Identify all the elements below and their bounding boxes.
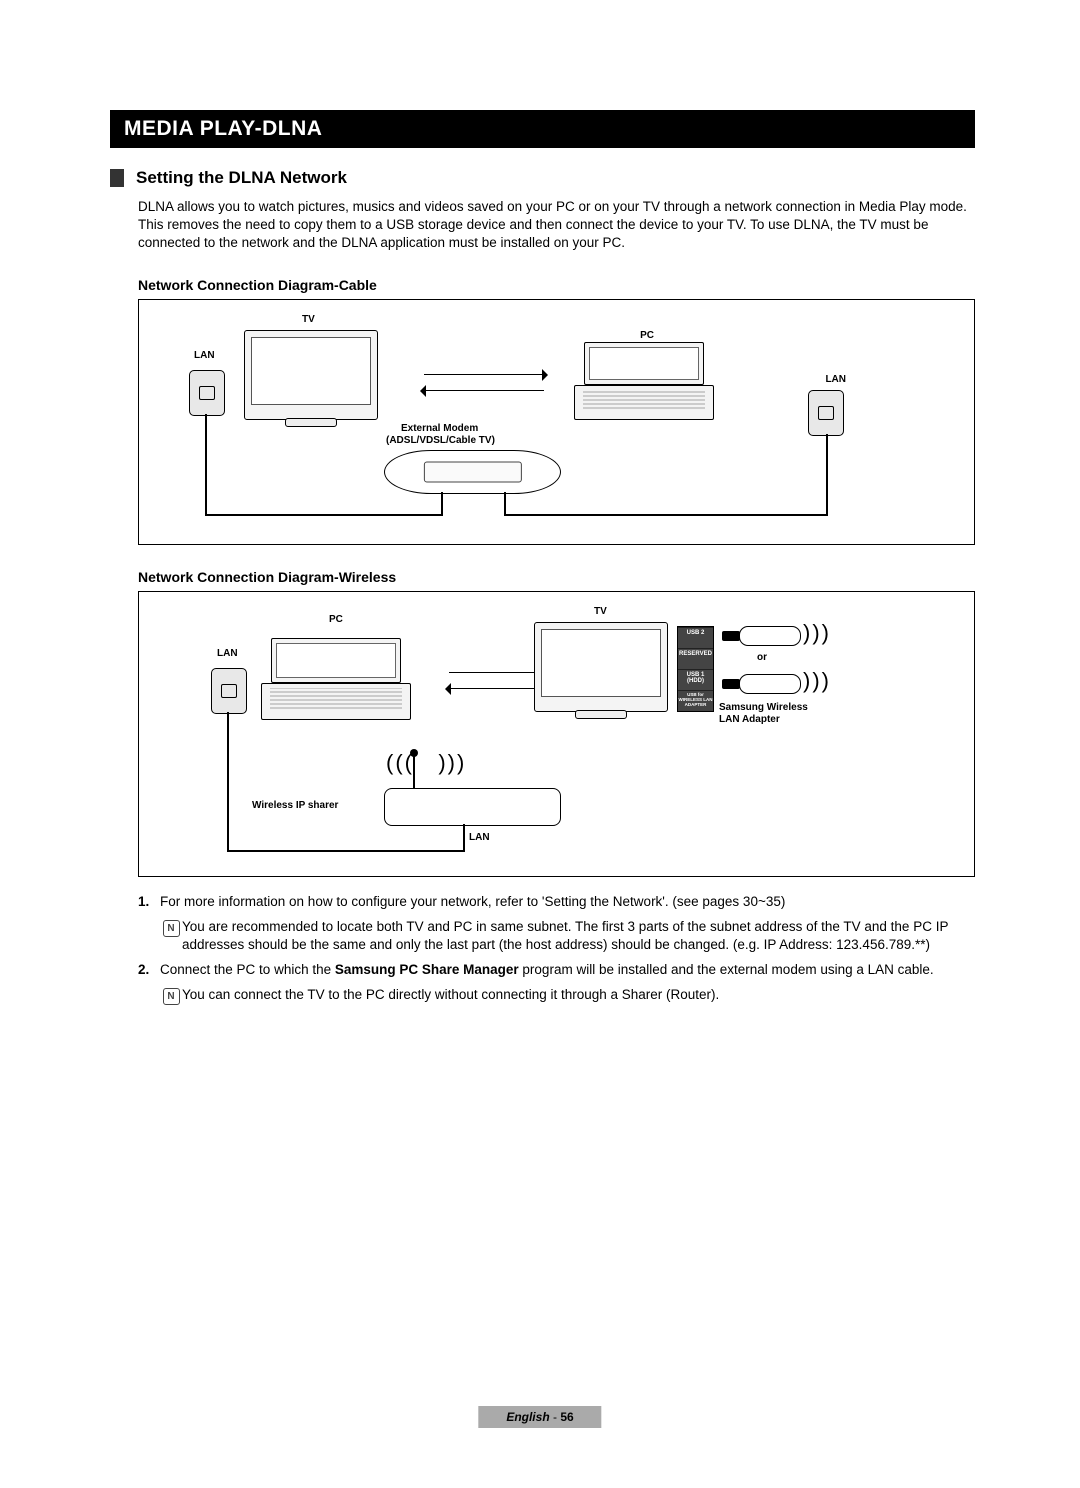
lan-port-icon — [808, 390, 844, 436]
section-bullet-icon — [110, 169, 124, 187]
notes-section: 1. For more information on how to config… — [138, 893, 975, 1006]
note-1-text: For more information on how to configure… — [160, 893, 975, 912]
cable-line — [504, 514, 828, 516]
intro-paragraph: DLNA allows you to watch pictures, music… — [138, 198, 975, 253]
info-icon: N — [160, 918, 182, 956]
label-lan-top: LAN — [217, 648, 238, 659]
tv-port-panel: USB 2 RESERVED USB 1 (HDD) USB for WIREL… — [677, 626, 714, 712]
section-title: Setting the DLNA Network — [136, 168, 347, 188]
label-pc: PC — [640, 330, 654, 341]
info-icon: N — [160, 986, 182, 1005]
list-number: 1. — [138, 893, 160, 912]
chapter-title: MEDIA PLAY-DLNA — [124, 117, 322, 140]
tv-icon — [534, 622, 668, 712]
router-icon — [384, 788, 561, 826]
list-number: 2. — [138, 961, 160, 980]
tv-icon — [244, 330, 378, 420]
note-1: 1. For more information on how to config… — [138, 893, 975, 912]
modem-icon — [384, 450, 561, 494]
note-2-hint: N You can connect the TV to the PC direc… — [138, 986, 975, 1005]
page-footer: English - 56 — [478, 1406, 601, 1428]
laptop-icon — [261, 638, 411, 720]
footer-sep: - — [550, 1410, 561, 1424]
cable-line — [227, 850, 465, 852]
tv-stand-icon — [285, 418, 337, 427]
cable-diagram: TV LAN PC LAN External Modem (ADSL/VDSL/… — [138, 299, 975, 545]
label-pc: PC — [329, 614, 343, 625]
cable-line — [441, 492, 443, 516]
cable-line — [463, 824, 465, 852]
wireless-diagram-heading: Network Connection Diagram-Wireless — [138, 569, 975, 585]
cable-line — [227, 712, 229, 850]
label-modem-1: External Modem — [401, 423, 478, 434]
bidirectional-arrow-icon — [414, 366, 554, 402]
port-wis: USB for WIRELESS LAN ADAPTER — [678, 690, 713, 711]
wireless-waves-icon: ))) — [803, 668, 831, 694]
label-lan-bot: LAN — [469, 832, 490, 843]
label-modem-2: (ADSL/VDSL/Cable TV) — [386, 435, 495, 446]
laptop-icon — [574, 342, 714, 420]
cable-diagram-heading: Network Connection Diagram-Cable — [138, 277, 975, 293]
label-router: Wireless IP sharer — [252, 800, 338, 811]
label-adapter-1: Samsung Wireless — [719, 702, 808, 713]
tv-screen-icon — [251, 337, 371, 405]
cable-line — [205, 414, 207, 514]
note-1-hint: N You are recommended to locate both TV … — [138, 918, 975, 956]
tv-screen-icon — [541, 629, 661, 697]
footer-page-number: 56 — [560, 1410, 573, 1424]
label-tv: TV — [594, 606, 607, 617]
note-1-hint-text: You are recommended to locate both TV an… — [182, 918, 975, 956]
tv-stand-icon — [575, 710, 627, 719]
label-lan-right: LAN — [825, 374, 846, 385]
label-tv: TV — [302, 314, 315, 325]
cable-line — [205, 514, 443, 516]
note-2-hint-text: You can connect the TV to the PC directl… — [182, 986, 975, 1005]
cable-line — [826, 434, 828, 514]
label-lan-left: LAN — [194, 350, 215, 361]
port-usb2: USB 2 — [678, 627, 713, 648]
wireless-diagram: PC LAN TV USB 2 RESERVED USB 1 (HDD) USB… — [138, 591, 975, 877]
footer-language: English — [506, 1410, 549, 1424]
label-or: or — [757, 652, 767, 663]
note-2: 2. Connect the PC to which the Samsung P… — [138, 961, 975, 980]
usb-dongle-icon — [739, 626, 801, 646]
lan-port-icon — [211, 668, 247, 714]
note-2-text: Connect the PC to which the Samsung PC S… — [160, 961, 975, 980]
port-reserved: RESERVED — [678, 648, 713, 669]
label-adapter-2: LAN Adapter — [719, 714, 780, 725]
lan-port-icon — [189, 370, 225, 416]
section-heading-row: Setting the DLNA Network — [110, 168, 975, 188]
manual-page: MEDIA PLAY-DLNA Setting the DLNA Network… — [0, 0, 1080, 1488]
chapter-title-bar: MEDIA PLAY-DLNA — [110, 110, 975, 148]
cable-line — [504, 492, 506, 516]
wireless-waves-icon: ((( ))) — [386, 750, 466, 776]
port-usb1: USB 1 (HDD) — [678, 669, 713, 690]
wireless-waves-icon: ))) — [803, 620, 831, 646]
usb-dongle-icon — [739, 674, 801, 694]
